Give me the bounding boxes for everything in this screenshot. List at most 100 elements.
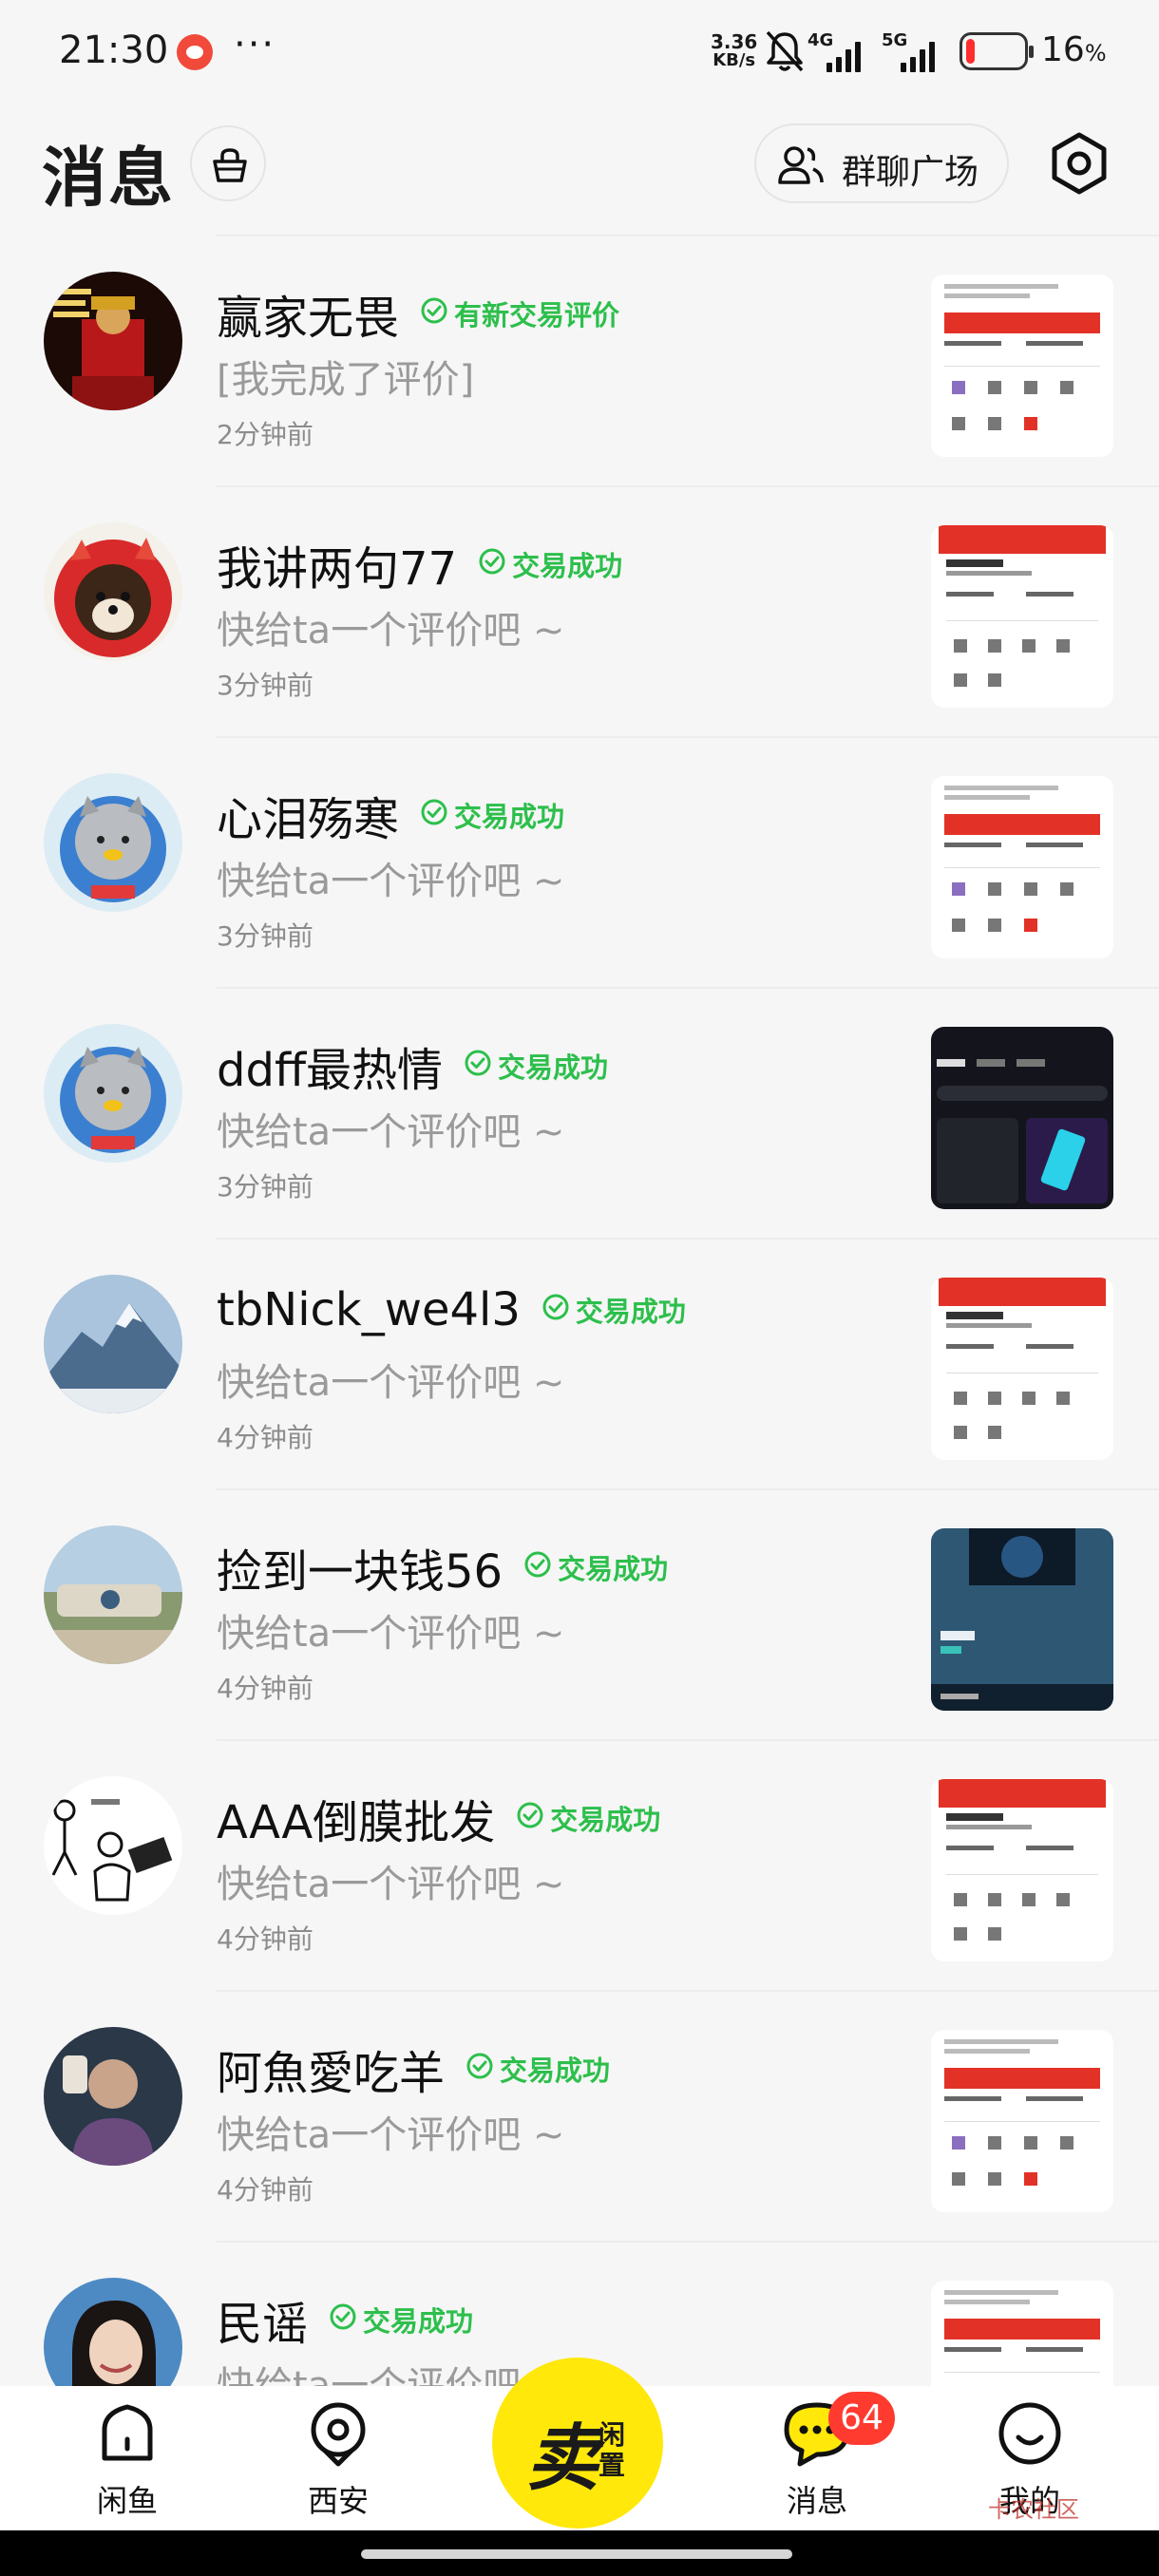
nav-location[interactable]: 西安: [272, 2397, 405, 2521]
message-preview: 快给ta一个评价吧 ~: [217, 1110, 565, 1154]
message-time: 3分钟前: [217, 920, 314, 952]
status-badge: 交易成功: [464, 1046, 608, 1086]
item-thumbnail[interactable]: [931, 525, 1113, 708]
avatar[interactable]: [44, 773, 182, 912]
status-badge-label: 交易成功: [558, 1553, 669, 1585]
item-thumbnail[interactable]: [931, 2030, 1113, 2212]
sell-button-sub2: 置: [598, 2450, 626, 2481]
home-indicator[interactable]: [361, 2549, 792, 2559]
status-badge-label: 有新交易评价: [454, 299, 620, 331]
nav-messages-label: 消息: [786, 2483, 847, 2519]
sell-button[interactable]: 卖 闲 置: [492, 2358, 663, 2529]
page-title: 消息: [42, 142, 176, 217]
item-thumbnail[interactable]: [931, 1779, 1113, 1961]
more-notifications-icon: ···: [234, 23, 276, 66]
home-icon: [102, 2404, 153, 2461]
conversation-list: 赢家无畏 有新交易评价 [我完成了评价] 2分钟前 我讲两句77 交易成功 快给ta一个评价…: [0, 237, 1159, 2493]
nav-location-label: 西安: [307, 2483, 369, 2519]
conversation-item[interactable]: AAA倒膜批发 交易成功快给ta一个评价吧 ~ 4分钟前: [0, 1741, 1159, 1992]
conversation-name-row: 阿魚愛吃羊 交易成功: [217, 2036, 610, 2102]
location-pin-icon: [311, 2402, 366, 2467]
item-thumbnail[interactable]: [931, 1528, 1113, 1711]
status-badge: 交易成功: [329, 2300, 473, 2339]
network-speed-unit: KB/s: [712, 50, 756, 70]
status-badge: 交易成功: [420, 795, 564, 835]
status-badge-label: 交易成功: [550, 1804, 661, 1836]
avatar[interactable]: [44, 2027, 182, 2166]
item-thumbnail[interactable]: [931, 1027, 1113, 1209]
bell-muted-icon: [766, 30, 804, 72]
status-badge-label: 交易成功: [498, 1051, 609, 1084]
message-time: 3分钟前: [217, 1171, 314, 1203]
message-time: 4分钟前: [217, 1923, 314, 1955]
status-badge: 有新交易评价: [420, 294, 619, 333]
conversation-item[interactable]: 阿魚愛吃羊 交易成功快给ta一个评价吧 ~ 4分钟前: [0, 1992, 1159, 2243]
battery-fill: [966, 39, 975, 64]
conversation-name: AAA倒膜批发: [217, 1796, 496, 1849]
avatar[interactable]: [44, 1024, 182, 1163]
status-badge: 交易成功: [516, 1798, 660, 1838]
conversation-item[interactable]: tbNick_we4l3 交易成功 快给ta一个评价吧 ~ 4分钟前: [0, 1240, 1159, 1490]
message-preview: 快给ta一个评价吧 ~: [217, 1863, 565, 1906]
conversation-item[interactable]: 我讲两句77 交易成功 快给ta一个评价吧 ~ 3分钟前: [0, 487, 1159, 738]
signal-4g-label: 4G: [808, 30, 834, 50]
check-circle-icon: [420, 296, 454, 331]
status-time: 21:30: [59, 28, 169, 72]
conversation-name: 阿魚愛吃羊: [217, 2047, 446, 2100]
unread-count-badge: 64: [828, 2392, 895, 2445]
nav-home[interactable]: 闲鱼: [61, 2397, 194, 2521]
message-preview: 快给ta一个评价吧 ~: [217, 860, 565, 903]
message-time: 4分钟前: [217, 2174, 314, 2206]
watermark: 卡农社区: [988, 2496, 1079, 2523]
conversation-name-row: 我讲两句77 交易成功: [217, 531, 622, 597]
smiley-icon: [998, 2402, 1061, 2465]
conversation-name: ddff最热情: [217, 1044, 444, 1097]
sell-button-label: 卖: [526, 2415, 598, 2500]
message-time: 2分钟前: [217, 419, 314, 450]
avatar[interactable]: [44, 1776, 182, 1915]
conversation-name-row: 赢家无畏 有新交易评价: [217, 280, 619, 347]
message-preview: 快给ta一个评价吧 ~: [217, 1361, 565, 1405]
avatar[interactable]: [44, 1275, 182, 1413]
status-badge: 交易成功: [523, 1547, 668, 1587]
avatar[interactable]: [44, 272, 182, 410]
signal-4g-icon: 4G: [808, 30, 874, 72]
conversation-item[interactable]: ddff最热情 交易成功快给ta一个评价吧 ~ 3分钟前: [0, 989, 1159, 1240]
settings-icon[interactable]: [1039, 123, 1119, 203]
check-circle-icon: [523, 1550, 558, 1585]
status-badge-label: 交易成功: [363, 2305, 474, 2338]
status-badge-label: 交易成功: [454, 801, 565, 833]
avatar[interactable]: [44, 1525, 182, 1664]
status-badge: 交易成功: [466, 2049, 610, 2089]
conversation-item[interactable]: 捡到一块钱56 交易成功 快给ta一个评价吧 ~ 4分钟前: [0, 1490, 1159, 1741]
signal-5g-label: 5G: [882, 30, 908, 50]
status-badge: 交易成功: [478, 544, 622, 584]
check-circle-icon: [420, 798, 454, 833]
avatar[interactable]: [44, 522, 182, 661]
item-thumbnail[interactable]: [931, 1278, 1113, 1460]
group-chat-plaza-label: 群聊广场: [842, 153, 979, 192]
conversation-item[interactable]: 赢家无畏 有新交易评价 [我完成了评价] 2分钟前: [0, 237, 1159, 487]
check-circle-icon: [466, 2052, 500, 2087]
conversation-name-row: tbNick_we4l3 交易成功: [217, 1283, 686, 1336]
nav-home-label: 闲鱼: [96, 2483, 158, 2519]
page-header: 消息 群聊广场: [0, 104, 1159, 233]
conversation-name: tbNick_we4l3: [217, 1283, 521, 1336]
conversation-name: 我讲两句77: [217, 542, 458, 596]
status-badge-label: 交易成功: [500, 2055, 611, 2087]
message-time: 4分钟前: [217, 1673, 314, 1704]
status-badge-label: 交易成功: [512, 550, 623, 582]
message-preview: 快给ta一个评价吧 ~: [217, 1612, 565, 1656]
basket-button[interactable]: [190, 125, 266, 201]
conversation-name-row: 民谣 交易成功: [217, 2286, 473, 2353]
message-preview: 快给ta一个评价吧 ~: [217, 2113, 565, 2157]
group-chat-plaza-button[interactable]: 群聊广场: [754, 123, 1009, 203]
users-icon: [778, 146, 824, 184]
check-circle-icon: [329, 2302, 363, 2338]
message-time: 3分钟前: [217, 670, 314, 701]
conversation-name-row: AAA倒膜批发 交易成功: [217, 1785, 660, 1851]
item-thumbnail[interactable]: [931, 776, 1113, 958]
conversation-item[interactable]: 心泪殇寒 交易成功快给ta一个评价吧 ~ 3分钟前: [0, 738, 1159, 989]
conversation-name: 心泪殇寒: [217, 793, 400, 846]
item-thumbnail[interactable]: [931, 275, 1113, 457]
